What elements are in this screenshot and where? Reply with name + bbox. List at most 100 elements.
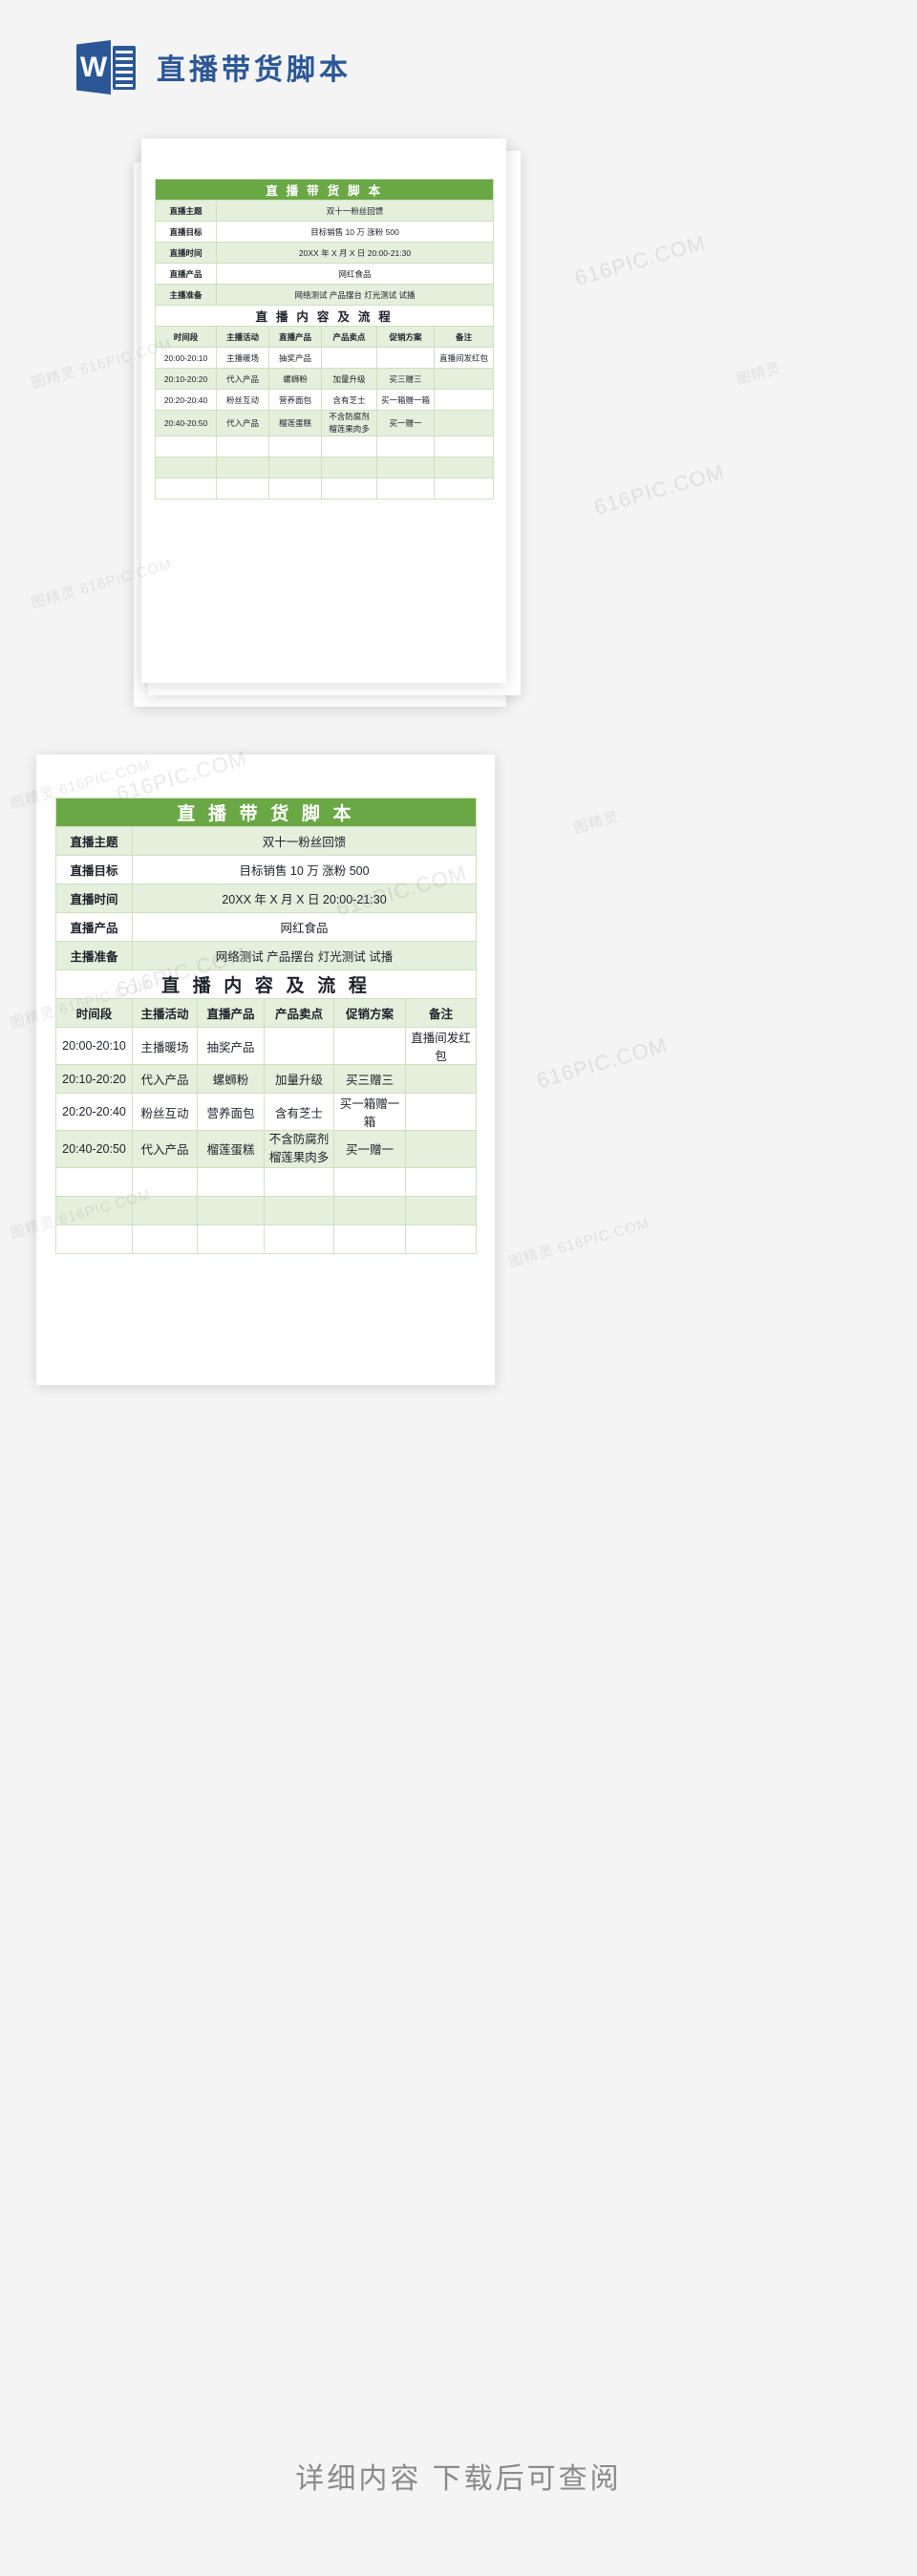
column-header-0: 时间段: [55, 998, 133, 1028]
info-label-2: 直播时间: [55, 884, 133, 913]
column-header-2: 直播产品: [268, 326, 322, 348]
section-title: 直 播 内 容 及 流 程: [154, 305, 495, 327]
cell-activity: [216, 435, 269, 458]
cell-activity: 代入产品: [132, 1130, 198, 1168]
watermark: 图精灵: [571, 808, 621, 838]
cell-time: [155, 456, 217, 479]
cell-promotion: 买一箱赠一箱: [333, 1093, 406, 1131]
document-body-large: 直 播 带 货 脚 本 直播主题 双十一粉丝回馈 直播目标 目标销售 10 万 …: [54, 798, 478, 1254]
cell-product: [197, 1224, 265, 1254]
table-row: 20:40-20:50 代入产品 榴莲蛋糕 不含防腐剂 榴莲果肉多 买一赠一: [55, 1130, 478, 1168]
table-row: 20:40-20:50 代入产品 榴莲蛋糕 不含防腐剂 榴莲果肉多 买一赠一: [155, 410, 495, 436]
cell-product: [197, 1166, 265, 1197]
document-preview-stack-small[interactable]: 直 播 带 货 脚 本 直播主题 双十一粉丝回馈 直播目标 目标销售 10 万 …: [0, 134, 917, 726]
cell-activity: 代入产品: [132, 1064, 198, 1094]
script-table-large: 直 播 带 货 脚 本 直播主题 双十一粉丝回馈 直播目标 目标销售 10 万 …: [54, 798, 478, 1254]
info-value-3: 网红食品: [131, 912, 478, 942]
cell-promotion: [376, 456, 435, 479]
table-row: [55, 1166, 478, 1197]
watermark: 616PIC.COM: [572, 230, 709, 290]
cell-product: 营养面包: [197, 1093, 265, 1131]
table-header-row: 时间段 主播活动 直播产品 产品卖点 促销方案 备注: [55, 998, 478, 1028]
footer: 详细内容 下载后可查阅: [0, 2375, 917, 2576]
cell-time: [55, 1166, 133, 1197]
cell-note: [404, 1093, 478, 1131]
cell-activity: [132, 1224, 198, 1254]
table-row: 20:20-20:40 粉丝互动 营养面包 含有芝士 买一箱赠一箱: [55, 1093, 478, 1131]
section-title-row: 直 播 内 容 及 流 程: [154, 305, 495, 327]
cell-selling-point: [321, 456, 377, 479]
brand-header: W 直播带货脚本: [0, 0, 917, 134]
cell-note: [433, 456, 495, 479]
cell-note: [433, 435, 495, 458]
cell-time: 20:00-20:10: [55, 1027, 133, 1065]
cell-note: [404, 1064, 478, 1094]
column-header-1: 主播活动: [132, 998, 198, 1028]
document-preview-stack-large[interactable]: 直 播 带 货 脚 本 直播主题 双十一粉丝回馈 直播目标 目标销售 10 万 …: [0, 746, 917, 2369]
cell-promotion: [376, 477, 435, 500]
selling-point-line-2: 榴莲果肉多: [268, 1150, 330, 1164]
page-title: 直播带货脚本: [157, 54, 352, 86]
cell-time: [55, 1195, 133, 1225]
cell-time: 20:10-20:20: [155, 368, 217, 390]
cell-activity: 粉丝互动: [216, 389, 269, 411]
selling-point-line-1: 不含防腐剂: [329, 412, 370, 421]
selling-point-line-2: 榴莲果肉多: [329, 423, 370, 434]
table-header-row: 时间段 主播活动 直播产品 产品卖点 促销方案 备注: [155, 326, 495, 348]
cell-product: [268, 477, 322, 500]
cell-note: [433, 410, 495, 436]
cell-activity: 主播暖场: [132, 1027, 198, 1065]
table-row: 直播产品 网红食品: [155, 263, 495, 285]
cell-product: 抽奖产品: [268, 347, 322, 369]
table-row: [55, 1224, 478, 1254]
watermark: 图精灵: [734, 359, 783, 389]
cell-activity: [216, 477, 269, 500]
word-icon-letter: W: [79, 51, 108, 83]
cell-time: 20:40-20:50: [155, 410, 217, 436]
cell-product: 螺蛳粉: [197, 1064, 265, 1094]
cell-selling-point: 含有芝士: [264, 1093, 334, 1131]
cell-note: [433, 368, 495, 390]
cell-time: 20:20-20:40: [155, 389, 217, 411]
info-value-2: 20XX 年 X 月 X 日 20:00-21:30: [215, 242, 495, 264]
info-label-1: 直播目标: [155, 221, 217, 243]
info-label-0: 直播主题: [55, 826, 133, 856]
info-value-4: 网络测试 产品摆台 灯光测试 试播: [215, 284, 495, 306]
cell-promotion: [333, 1195, 406, 1225]
info-value-1: 目标销售 10 万 涨粉 500: [131, 855, 478, 884]
table-row: 主播准备 网络测试 产品摆台 灯光测试 试播: [155, 284, 495, 306]
cell-note: [433, 389, 495, 411]
cell-promotion: 买一赠一: [376, 410, 435, 436]
cell-promotion: 买一箱赠一箱: [376, 389, 435, 411]
cell-product: 螺蛳粉: [268, 368, 322, 390]
word-icon-lines: [113, 46, 136, 90]
footer-text: 详细内容 下载后可查阅: [295, 2463, 622, 2495]
column-header-5: 备注: [404, 998, 478, 1028]
cell-product: [268, 435, 322, 458]
table-row: 20:00-20:10 主播暖场 抽奖产品 直播间发红包: [155, 347, 495, 369]
document-header-title: 直 播 带 货 脚 本: [154, 179, 495, 201]
watermark: 616PIC.COM: [591, 459, 728, 520]
info-label-1: 直播目标: [55, 855, 133, 884]
cell-selling-point: [321, 435, 377, 458]
table-row: 直播主题 双十一粉丝回馈: [155, 200, 495, 222]
cell-selling-point: 加量升级: [321, 368, 377, 390]
info-value-3: 网红食品: [215, 263, 495, 285]
info-value-1: 目标销售 10 万 涨粉 500: [215, 221, 495, 243]
table-title-row: 直 播 带 货 脚 本: [154, 179, 495, 201]
table-row: 20:10-20:20 代入产品 螺蛳粉 加量升级 买三赠三: [55, 1064, 478, 1094]
cell-time: 20:40-20:50: [55, 1130, 133, 1168]
cell-time: [55, 1224, 133, 1254]
column-header-0: 时间段: [155, 326, 217, 348]
cell-selling-point: [264, 1166, 334, 1197]
table-row: [155, 435, 495, 458]
cell-activity: 代入产品: [216, 410, 269, 436]
info-value-0: 双十一粉丝回馈: [215, 200, 495, 222]
cell-selling-point: [264, 1195, 334, 1225]
info-label-0: 直播主题: [155, 200, 217, 222]
table-row: 直播目标 目标销售 10 万 涨粉 500: [155, 221, 495, 243]
column-header-4: 促销方案: [376, 326, 435, 348]
cell-activity: [132, 1166, 198, 1197]
word-icon: W: [76, 37, 136, 96]
cell-promotion: [333, 1224, 406, 1254]
